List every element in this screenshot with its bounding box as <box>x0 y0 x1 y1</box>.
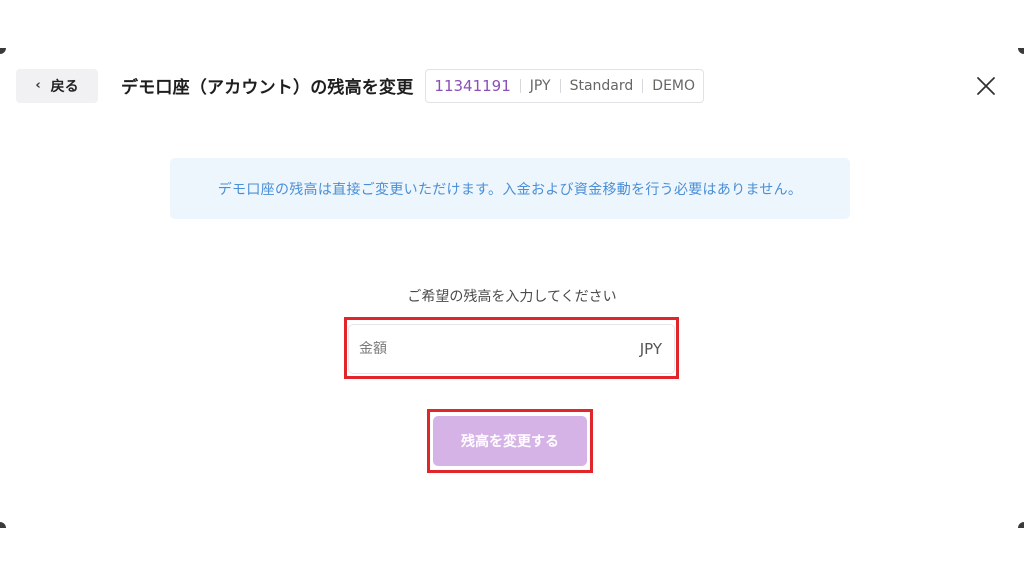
page-title: デモ口座（アカウント）の残高を変更 <box>121 78 414 98</box>
account-type: Standard <box>569 77 634 94</box>
window-corner <box>1018 48 1024 54</box>
window-corner <box>0 522 6 528</box>
divider <box>642 78 644 93</box>
account-number: 11341191 <box>434 76 511 95</box>
change-balance-button[interactable]: 残高を変更する <box>433 416 587 466</box>
chevron-left-icon: ‹ <box>35 78 41 93</box>
info-notice-text: デモ口座の残高は直接ご変更いただけます。入金および資金移動を行う必要はありません… <box>217 181 803 198</box>
info-notice: デモ口座の残高は直接ご変更いただけます。入金および資金移動を行う必要はありません… <box>170 158 850 219</box>
dialog-header: ‹ 戻る デモ口座（アカウント）の残高を変更 11341191 JPY Stan… <box>16 68 1008 103</box>
amount-currency-unit: JPY <box>639 340 662 358</box>
account-mode: DEMO <box>652 77 696 94</box>
divider <box>559 78 561 93</box>
window-corner <box>1018 522 1024 528</box>
account-badge: 11341191 JPY Standard DEMO <box>425 68 705 103</box>
divider <box>519 78 521 93</box>
back-button[interactable]: ‹ 戻る <box>16 68 98 103</box>
account-currency: JPY <box>529 77 551 94</box>
amount-input[interactable] <box>359 341 589 357</box>
back-button-label: 戻る <box>50 78 79 95</box>
balance-prompt: ご希望の残高を入力してください <box>407 289 617 305</box>
window-corner <box>0 48 6 54</box>
close-icon[interactable] <box>974 74 998 98</box>
amount-field[interactable]: JPY <box>348 324 675 374</box>
